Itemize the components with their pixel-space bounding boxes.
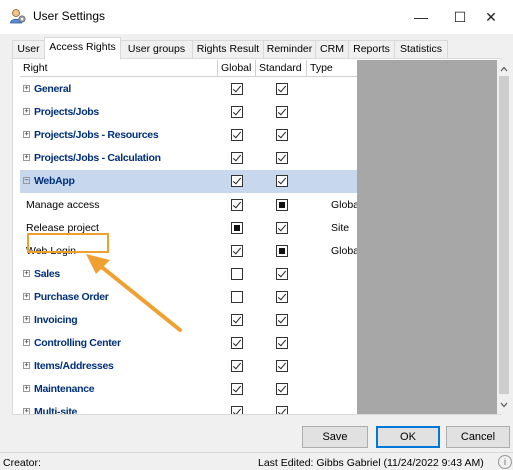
- global-checkbox[interactable]: [231, 290, 243, 303]
- global-checkbox[interactable]: [231, 360, 243, 373]
- grid-empty-area: [357, 60, 497, 414]
- chevron-down-icon[interactable]: [497, 398, 511, 412]
- global-checkbox[interactable]: [231, 83, 243, 95]
- global-checkbox[interactable]: [231, 175, 243, 188]
- scrollbar-thumb[interactable]: [499, 76, 509, 394]
- standard-checkbox[interactable]: [276, 383, 288, 396]
- tab-statistics[interactable]: Statistics: [394, 40, 448, 59]
- global-checkbox[interactable]: [231, 106, 243, 119]
- row-label: WebApp: [34, 175, 75, 188]
- row-label: Projects/Jobs - Calculation: [34, 152, 161, 165]
- row-label: Multi-site: [34, 406, 78, 414]
- tab-user-groups[interactable]: User groups: [120, 40, 193, 59]
- column-header-right[interactable]: Right: [20, 60, 218, 77]
- group-row[interactable]: + Multi-site: [20, 401, 357, 414]
- global-checkbox[interactable]: [231, 267, 243, 280]
- global-checkbox[interactable]: [231, 152, 243, 165]
- group-row[interactable]: + Projects/Jobs: [20, 101, 357, 124]
- row-label: Items/Addresses: [34, 360, 114, 373]
- standard-checkbox[interactable]: [276, 221, 288, 234]
- global-checkbox[interactable]: [231, 314, 243, 326]
- standard-checkbox[interactable]: [276, 337, 288, 350]
- standard-checkbox[interactable]: [276, 244, 288, 257]
- standard-checkbox[interactable]: [276, 360, 288, 373]
- global-checkbox[interactable]: [231, 244, 243, 257]
- expand-icon[interactable]: +: [23, 339, 30, 347]
- expand-icon[interactable]: +: [23, 385, 30, 393]
- column-header-type[interactable]: Type: [307, 60, 357, 77]
- grid-header: Right Global Standard Type: [20, 60, 357, 77]
- standard-checkbox[interactable]: [276, 83, 288, 95]
- tab-crm[interactable]: CRM: [315, 40, 349, 59]
- row-label: Invoicing: [34, 314, 78, 326]
- standard-checkbox[interactable]: [276, 406, 288, 414]
- standard-checkbox[interactable]: [276, 314, 288, 326]
- expand-icon[interactable]: +: [23, 85, 30, 92]
- global-checkbox[interactable]: [231, 129, 243, 142]
- window-title: User Settings: [33, 9, 106, 23]
- status-bar: Creator: Last Edited: Gibbs Gabriel (11/…: [0, 452, 513, 470]
- expand-icon[interactable]: +: [23, 362, 30, 370]
- tab-reminder[interactable]: Reminder: [263, 40, 316, 59]
- expand-icon[interactable]: +: [23, 292, 30, 300]
- expand-icon[interactable]: +: [23, 269, 30, 277]
- row-label: Sales: [34, 267, 60, 280]
- group-row[interactable]: + Projects/Jobs - Calculation: [20, 147, 357, 170]
- expand-icon[interactable]: +: [23, 316, 30, 323]
- standard-checkbox[interactable]: [276, 198, 288, 211]
- row-label: General: [34, 83, 72, 95]
- last-edited-label: Last Edited: Gibbs Gabriel (11/24/2022 9…: [258, 457, 484, 469]
- row-label: Manage access: [26, 198, 100, 211]
- row-type: Global: [331, 244, 357, 257]
- standard-checkbox[interactable]: [276, 175, 288, 188]
- row-label: Release project: [26, 221, 99, 234]
- row-type: Global: [331, 198, 357, 211]
- user-settings-icon: [9, 7, 27, 25]
- expand-icon[interactable]: +: [23, 108, 30, 116]
- global-checkbox[interactable]: [231, 198, 243, 211]
- expand-icon[interactable]: +: [23, 154, 30, 162]
- chevron-up-icon[interactable]: [497, 62, 511, 76]
- standard-checkbox[interactable]: [276, 290, 288, 303]
- ok-button[interactable]: OK: [376, 426, 440, 448]
- save-button[interactable]: Save: [302, 426, 368, 448]
- global-checkbox[interactable]: [231, 337, 243, 350]
- expand-icon[interactable]: +: [23, 408, 30, 414]
- standard-checkbox[interactable]: [276, 129, 288, 142]
- group-row[interactable]: + Maintenance: [20, 378, 357, 401]
- row-type: Site: [331, 221, 350, 234]
- creator-label: Creator:: [3, 457, 41, 469]
- vertical-scrollbar[interactable]: [497, 60, 511, 414]
- group-row[interactable]: − WebApp: [20, 170, 357, 194]
- tab-strip: User Access Rights User groups Rights Re…: [12, 37, 502, 60]
- row-label: Projects/Jobs - Resources: [34, 129, 159, 142]
- row-label: Maintenance: [34, 383, 95, 396]
- group-row[interactable]: + Projects/Jobs - Resources: [20, 124, 357, 147]
- global-checkbox[interactable]: [231, 221, 243, 234]
- expand-icon[interactable]: +: [23, 131, 30, 139]
- cancel-button[interactable]: Cancel: [446, 426, 510, 448]
- annotation-arrow: [86, 254, 182, 332]
- global-checkbox[interactable]: [231, 406, 243, 414]
- title-bar: User Settings — ☐ ✕: [0, 0, 513, 34]
- standard-checkbox[interactable]: [276, 152, 288, 165]
- group-row[interactable]: + General: [20, 78, 357, 101]
- column-header-global[interactable]: Global: [218, 60, 256, 77]
- group-row[interactable]: + Items/Addresses: [20, 355, 357, 378]
- right-row[interactable]: Manage access Global: [20, 194, 357, 217]
- minimize-button[interactable]: —: [399, 4, 443, 30]
- tab-rights-result[interactable]: Rights Result: [192, 40, 264, 59]
- column-header-standard[interactable]: Standard: [256, 60, 307, 77]
- global-checkbox[interactable]: [231, 383, 243, 396]
- tab-access-rights[interactable]: Access Rights: [44, 37, 121, 60]
- collapse-icon[interactable]: −: [23, 177, 30, 185]
- tab-reports[interactable]: Reports: [348, 40, 395, 59]
- close-button[interactable]: ✕: [469, 4, 513, 30]
- row-label: Projects/Jobs: [34, 106, 99, 119]
- info-icon[interactable]: i: [498, 455, 512, 469]
- tab-user[interactable]: User: [12, 40, 45, 59]
- standard-checkbox[interactable]: [276, 267, 288, 280]
- standard-checkbox[interactable]: [276, 106, 288, 119]
